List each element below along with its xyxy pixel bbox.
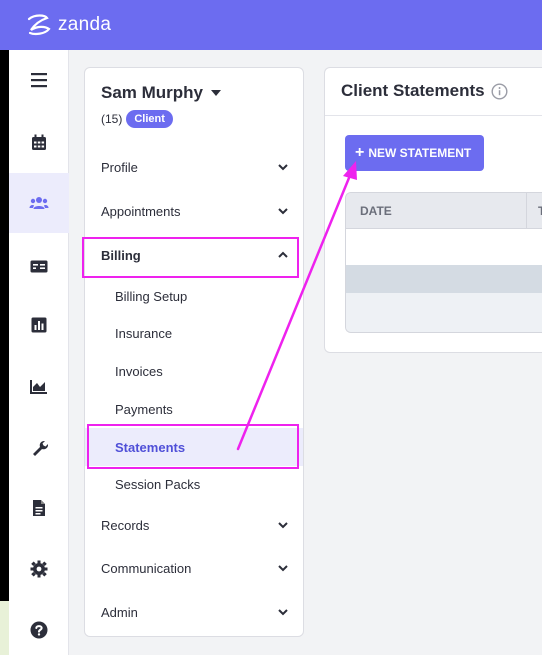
- sub-session-packs-label: Session Packs: [115, 476, 201, 492]
- chevron-down-icon: [278, 565, 288, 572]
- nav-communication-label: Communication: [101, 560, 192, 576]
- sub-session-packs[interactable]: Session Packs: [85, 469, 303, 499]
- document-icon: [33, 500, 45, 516]
- rail-gear[interactable]: [9, 539, 69, 599]
- table-row: [346, 229, 542, 265]
- client-selector[interactable]: Sam Murphy: [101, 83, 222, 103]
- menu-toggle[interactable]: [9, 50, 69, 110]
- left-strip-accent: [0, 601, 9, 655]
- chevron-down-icon: [278, 609, 288, 616]
- zanda-logo-icon[interactable]: [24, 10, 54, 40]
- top-bar: zanda: [0, 0, 542, 50]
- wrench-icon: [32, 440, 48, 456]
- column-separator: [526, 193, 527, 229]
- table-header: DATE T: [346, 193, 542, 229]
- sub-insurance-label: Insurance: [115, 325, 173, 341]
- page-title: Client Statements: [341, 81, 508, 101]
- sub-billing-setup-label: Billing Setup: [115, 288, 188, 304]
- sub-payments-label: Payments: [115, 401, 173, 417]
- plus-icon: +: [355, 144, 365, 161]
- rail-documents[interactable]: [9, 478, 69, 538]
- rail-help[interactable]: [9, 600, 69, 655]
- client-meta: (15) Client: [101, 110, 173, 128]
- table-row: [346, 265, 542, 293]
- sub-payments[interactable]: Payments: [85, 394, 303, 424]
- chevron-down-icon: [278, 164, 288, 171]
- sub-statements-label: Statements: [115, 439, 186, 455]
- nav-communication[interactable]: Communication: [85, 553, 303, 583]
- gear-icon: [30, 560, 48, 578]
- rail-settings-tools[interactable]: [9, 417, 69, 477]
- client-name: Sam Murphy: [101, 83, 204, 102]
- new-statement-button[interactable]: + NEW STATEMENT: [345, 135, 484, 171]
- bar-chart-icon: [31, 317, 47, 333]
- info-icon[interactable]: [491, 82, 508, 100]
- caret-down-icon: [211, 90, 222, 96]
- table-row: [346, 293, 542, 332]
- area-chart-icon: [30, 379, 47, 394]
- page-title-text: Client Statements: [341, 81, 485, 100]
- client-count: (15): [101, 112, 123, 126]
- client-badge: Client: [126, 110, 173, 128]
- rail-cards[interactable]: [9, 236, 69, 296]
- nav-records-label: Records: [101, 517, 150, 533]
- left-strip: [0, 50, 9, 655]
- statements-card: Client Statements + NEW STATEMENT DATE T: [324, 67, 542, 353]
- column-header-type[interactable]: T: [538, 193, 542, 229]
- sub-billing-setup[interactable]: Billing Setup: [85, 281, 303, 311]
- users-icon: [29, 197, 49, 209]
- icon-rail: [9, 50, 69, 655]
- nav-appointments[interactable]: Appointments: [85, 196, 303, 226]
- rail-reports[interactable]: [9, 295, 69, 355]
- rail-calendar[interactable]: [9, 112, 69, 172]
- nav-appointments-label: Appointments: [101, 203, 181, 219]
- sub-insurance[interactable]: Insurance: [85, 318, 303, 348]
- calendar-icon: [32, 134, 46, 150]
- chevron-down-icon: [278, 208, 288, 215]
- nav-profile-label: Profile: [101, 159, 138, 175]
- new-statement-label: NEW STATEMENT: [368, 146, 472, 160]
- nav-billing-label: Billing: [101, 247, 141, 263]
- sub-invoices-label: Invoices: [115, 363, 163, 379]
- chevron-down-icon: [278, 522, 288, 529]
- nav-billing[interactable]: Billing: [85, 240, 303, 270]
- hamburger-icon: [31, 73, 47, 88]
- chevron-up-icon: [278, 251, 288, 258]
- sub-statements[interactable]: Statements: [85, 428, 303, 466]
- client-panel: Sam Murphy (15) Client Profile Appointme…: [84, 67, 304, 637]
- nav-records[interactable]: Records: [85, 510, 303, 540]
- brand-name: zanda: [58, 14, 112, 35]
- title-divider: [325, 115, 542, 116]
- nav-profile[interactable]: Profile: [85, 152, 303, 182]
- id-card-icon: [30, 260, 48, 272]
- nav-admin-label: Admin: [101, 604, 138, 620]
- column-header-date[interactable]: DATE: [360, 193, 392, 229]
- help-icon: [30, 621, 48, 639]
- sub-invoices[interactable]: Invoices: [85, 356, 303, 386]
- statements-table: DATE T: [345, 192, 542, 333]
- rail-clients[interactable]: [9, 173, 69, 233]
- nav-admin[interactable]: Admin: [85, 597, 303, 627]
- rail-analytics[interactable]: [9, 356, 69, 416]
